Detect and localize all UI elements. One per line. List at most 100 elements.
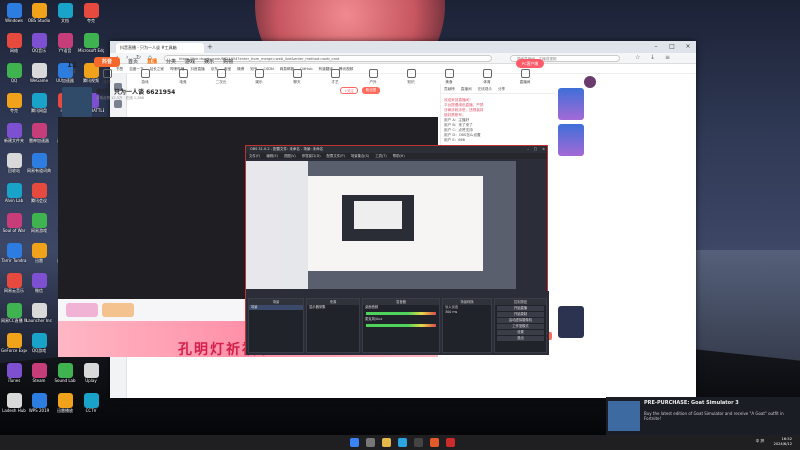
explorer-icon[interactable] (382, 438, 391, 447)
scene-item[interactable]: 场景 (249, 305, 303, 310)
pc-client-button[interactable]: PC客户端 (516, 59, 544, 68)
extensions-icon[interactable]: ☆ (635, 54, 640, 61)
category-item[interactable]: 才艺 (316, 69, 354, 85)
menu-item[interactable]: 娱乐 (204, 59, 214, 65)
desktop-icon[interactable]: 腾讯网盘 (26, 93, 52, 121)
desktop-icon[interactable]: Steam (26, 363, 52, 391)
category-item[interactable]: 娱乐 (240, 69, 278, 85)
category-item[interactable]: 美食 (430, 69, 468, 85)
desktop-icon[interactable]: Ladesh Hub (1, 393, 27, 421)
desktop-icon[interactable]: QQ音乐 (26, 33, 52, 61)
desktop-icon[interactable]: Tarrir Tundra (1, 243, 27, 271)
category-item[interactable]: 游戏 (126, 69, 164, 85)
fan-club-button[interactable]: 粉丝团 (362, 87, 380, 94)
desktop-icon[interactable]: 网易有道词典 (26, 153, 52, 181)
obs-taskbar-icon[interactable] (414, 438, 423, 447)
menu-icon[interactable]: ≡ (665, 54, 670, 61)
browser-taskbar-icon[interactable] (430, 438, 439, 447)
obs-minimize-icon[interactable]: – (527, 146, 529, 153)
desktop-icon[interactable]: 微信 (26, 273, 52, 301)
desktop-icon[interactable]: OBS Studio (26, 3, 52, 31)
desktop-icon[interactable]: 回收站 (1, 153, 27, 181)
new-tab-plus-icon[interactable]: + (207, 43, 213, 51)
gift-icon[interactable] (102, 303, 134, 317)
obs-control-button[interactable]: 设置 (497, 330, 544, 335)
obs-menu-item[interactable]: 编辑(E) (266, 154, 278, 158)
menu-item[interactable]: 直播 (147, 59, 157, 65)
category-item[interactable]: 电竞 (164, 69, 202, 85)
category-item[interactable]: 体育 (468, 69, 506, 85)
obs-menu-item[interactable]: 场景集合(S) (351, 154, 369, 158)
promo-banner[interactable] (557, 124, 584, 156)
close-icon[interactable]: × (682, 41, 694, 52)
desktop-icon[interactable]: 文档 (52, 3, 78, 31)
desktop-icon[interactable]: 新建文件夹 (1, 123, 27, 151)
desktop-icon[interactable]: 夸克 (1, 93, 27, 121)
category-item[interactable]: 推荐 (88, 69, 126, 85)
desktop-icon[interactable]: QQ游戏 (26, 333, 52, 361)
desktop-icon[interactable]: 腾讯会议 (26, 183, 52, 211)
category-item[interactable]: 直播间 (506, 69, 544, 85)
obs-menu-item[interactable]: 配置文件(P) (327, 154, 345, 158)
category-item[interactable]: 聊天 (278, 69, 316, 85)
desktop-icon[interactable]: 网易CC直播 WeGame版 (1, 303, 27, 331)
obs-control-button[interactable]: 退出 (497, 336, 544, 341)
audio-meter[interactable] (366, 324, 436, 327)
desktop-icon[interactable]: 夸克 (78, 3, 104, 31)
desktop-icon[interactable]: Windows (1, 3, 27, 31)
obs-control-button[interactable]: 工作室模式 (497, 324, 544, 329)
search-icon[interactable] (366, 438, 375, 447)
source-item[interactable]: 显示器采集 (307, 305, 359, 310)
obs-menu-item[interactable]: 文件(F) (249, 154, 260, 158)
obs-control-button[interactable]: 启动虚拟摄像机 (497, 318, 544, 323)
desktop-icon[interactable]: Launcher Installer (26, 303, 52, 331)
obs-menu-item[interactable]: 帮助(H) (393, 154, 405, 158)
download-icon[interactable]: ↓ (650, 54, 655, 61)
chat-tab[interactable]: 分享 (498, 87, 505, 91)
edge-icon[interactable] (398, 438, 407, 447)
desktop-icon[interactable]: Sound Lab (52, 363, 78, 391)
promo-banner[interactable] (557, 88, 584, 120)
input-method[interactable]: 中 拼 (756, 439, 764, 444)
obs-control-button[interactable]: 开始录制 (497, 312, 544, 317)
obs-preview[interactable] (280, 161, 516, 289)
obs-menu-item[interactable]: 工具(T) (375, 154, 387, 158)
clock[interactable]: 16:52 2024/6/12 (774, 437, 792, 447)
promo-banner[interactable] (557, 306, 584, 338)
chat-tab[interactable]: 直播间 (461, 87, 472, 91)
desktop-icon[interactable]: 迅雷播放 (52, 393, 78, 421)
desktop-icon[interactable]: Soul of War (1, 213, 27, 241)
menu-item[interactable]: 分类 (166, 59, 176, 65)
chat-tab[interactable]: 在线观众 (478, 87, 492, 91)
desktop-icon[interactable]: Alvin Lab (1, 183, 27, 211)
desktop-icon[interactable]: Uplay (78, 363, 104, 391)
desktop-icon[interactable]: CCTV (78, 393, 104, 421)
desktop-icon[interactable]: QQ (1, 63, 27, 91)
category-item[interactable]: 知识 (392, 69, 430, 85)
menu-item[interactable]: 购物 (223, 59, 233, 65)
streamer-name[interactable]: 武仔：只为一人谈 6621954 (96, 87, 175, 96)
obs-control-button[interactable]: 开始直播 (497, 306, 544, 311)
streamer-avatar[interactable] (62, 87, 92, 117)
transition-duration[interactable]: 300 ms (443, 310, 491, 315)
desktop-icon[interactable]: 网易游戏 (26, 213, 52, 241)
desktop-icon[interactable]: 网易云音乐 (1, 273, 27, 301)
tab-douyin-live[interactable]: 抖音直播 - 只为一人谈 #工具箱 (116, 43, 204, 53)
desktop-icon[interactable]: GeForce Experience (1, 333, 27, 361)
desktop-icon[interactable]: WeGame (26, 63, 52, 91)
desktop-icon[interactable]: 雷神加速器 (26, 123, 52, 151)
menu-item[interactable]: 游戏 (185, 59, 195, 65)
desktop-icon[interactable]: iTunes (1, 363, 27, 391)
start-icon[interactable] (350, 438, 359, 447)
gift-icon[interactable] (66, 303, 98, 317)
obs-close-icon[interactable]: × (542, 146, 545, 153)
obs-maximize-icon[interactable]: □ (534, 146, 537, 153)
chat-tab[interactable]: 贡献榜 (444, 87, 455, 91)
desktop-icon[interactable]: WPS 2019 (26, 393, 52, 421)
menu-item[interactable]: 首页 (128, 59, 138, 65)
steam-notification[interactable]: PRE-PURCHASE: Goat Simulator 3 Buy the l… (606, 397, 800, 435)
category-item[interactable]: 二次元 (202, 69, 240, 85)
audio-meter[interactable] (366, 312, 436, 315)
follow-count[interactable]: 12 关注 (62, 61, 82, 74)
desktop-icon[interactable]: 网络 (1, 33, 27, 61)
